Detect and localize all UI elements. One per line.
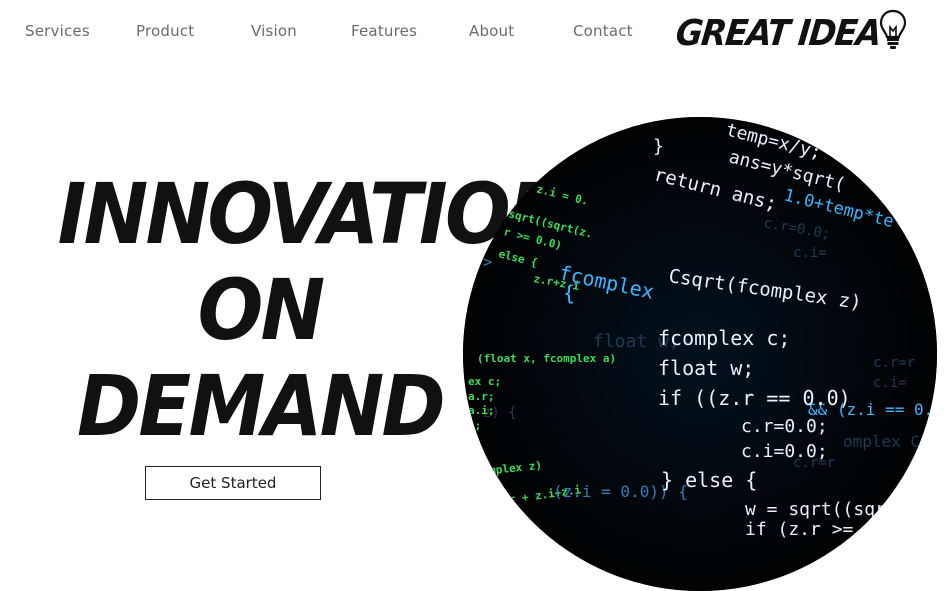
- svg-text:(float x, fcomplex a): (float x, fcomplex a): [477, 352, 616, 365]
- site-logo[interactable]: GREAT IDEA: [673, 8, 908, 55]
- svg-text:a.i;: a.i;: [468, 404, 495, 417]
- logo-text: GREAT IDEA: [673, 10, 883, 54]
- svg-text:}: }: [653, 136, 664, 157]
- svg-text:-(z.i: -(z.i: [523, 545, 565, 561]
- headline-line-2: ON: [197, 261, 326, 359]
- svg-text:float w;: float w;: [658, 356, 754, 380]
- svg-text:>: >: [483, 253, 492, 271]
- svg-text:if (z.r >= 0.0){: if (z.r >= 0.0){: [745, 519, 918, 540]
- get-started-button[interactable]: Get Started: [145, 466, 321, 500]
- svg-text:{: {: [563, 281, 575, 305]
- lightbulb-icon: [878, 8, 908, 55]
- svg-text:w = sqrt((sqrt(z.r: w = sqrt((sqrt(z.r: [745, 499, 937, 520]
- svg-text:a.r;: a.r;: [468, 390, 495, 403]
- top-navigation: Services Product Vision Features About C…: [0, 0, 944, 64]
- svg-text:ex c;: ex c;: [468, 375, 501, 388]
- nav-about[interactable]: About: [469, 22, 514, 40]
- svg-text:c;: c;: [468, 419, 481, 432]
- svg-text:c.r=0.0;: c.r=0.0;: [741, 416, 828, 437]
- hero-code-image: c.r=0.0; c.i= c.r=r c.i= z) { omplex Com…: [463, 117, 937, 591]
- nav-contact[interactable]: Contact: [573, 22, 633, 40]
- svg-text:c.r=r: c.r=r: [873, 355, 915, 371]
- nav-product[interactable]: Product: [136, 22, 194, 40]
- svg-text:if ((z.r == 0.0): if ((z.r == 0.0): [658, 386, 851, 410]
- hero-headline: INNOVATION ON DEMAND: [57, 165, 573, 455]
- svg-text:(z.r: (z.r: [473, 515, 507, 531]
- svg-text:c.i=: c.i=: [873, 375, 907, 391]
- svg-text:c.i=0.0;: c.i=0.0;: [741, 441, 828, 462]
- svg-text:} else {: } else {: [661, 468, 757, 492]
- headline-line-3: DEMAND: [77, 357, 446, 455]
- nav-features[interactable]: Features: [351, 22, 417, 40]
- headline-line-1: INNOVATION: [57, 165, 573, 263]
- nav-vision[interactable]: Vision: [251, 22, 297, 40]
- nav-services[interactable]: Services: [25, 22, 90, 40]
- svg-text:fcomplex c;: fcomplex c;: [658, 326, 790, 350]
- svg-text:omplex Com: omplex Com: [843, 432, 937, 451]
- svg-text:c.i=: c.i=: [793, 245, 827, 261]
